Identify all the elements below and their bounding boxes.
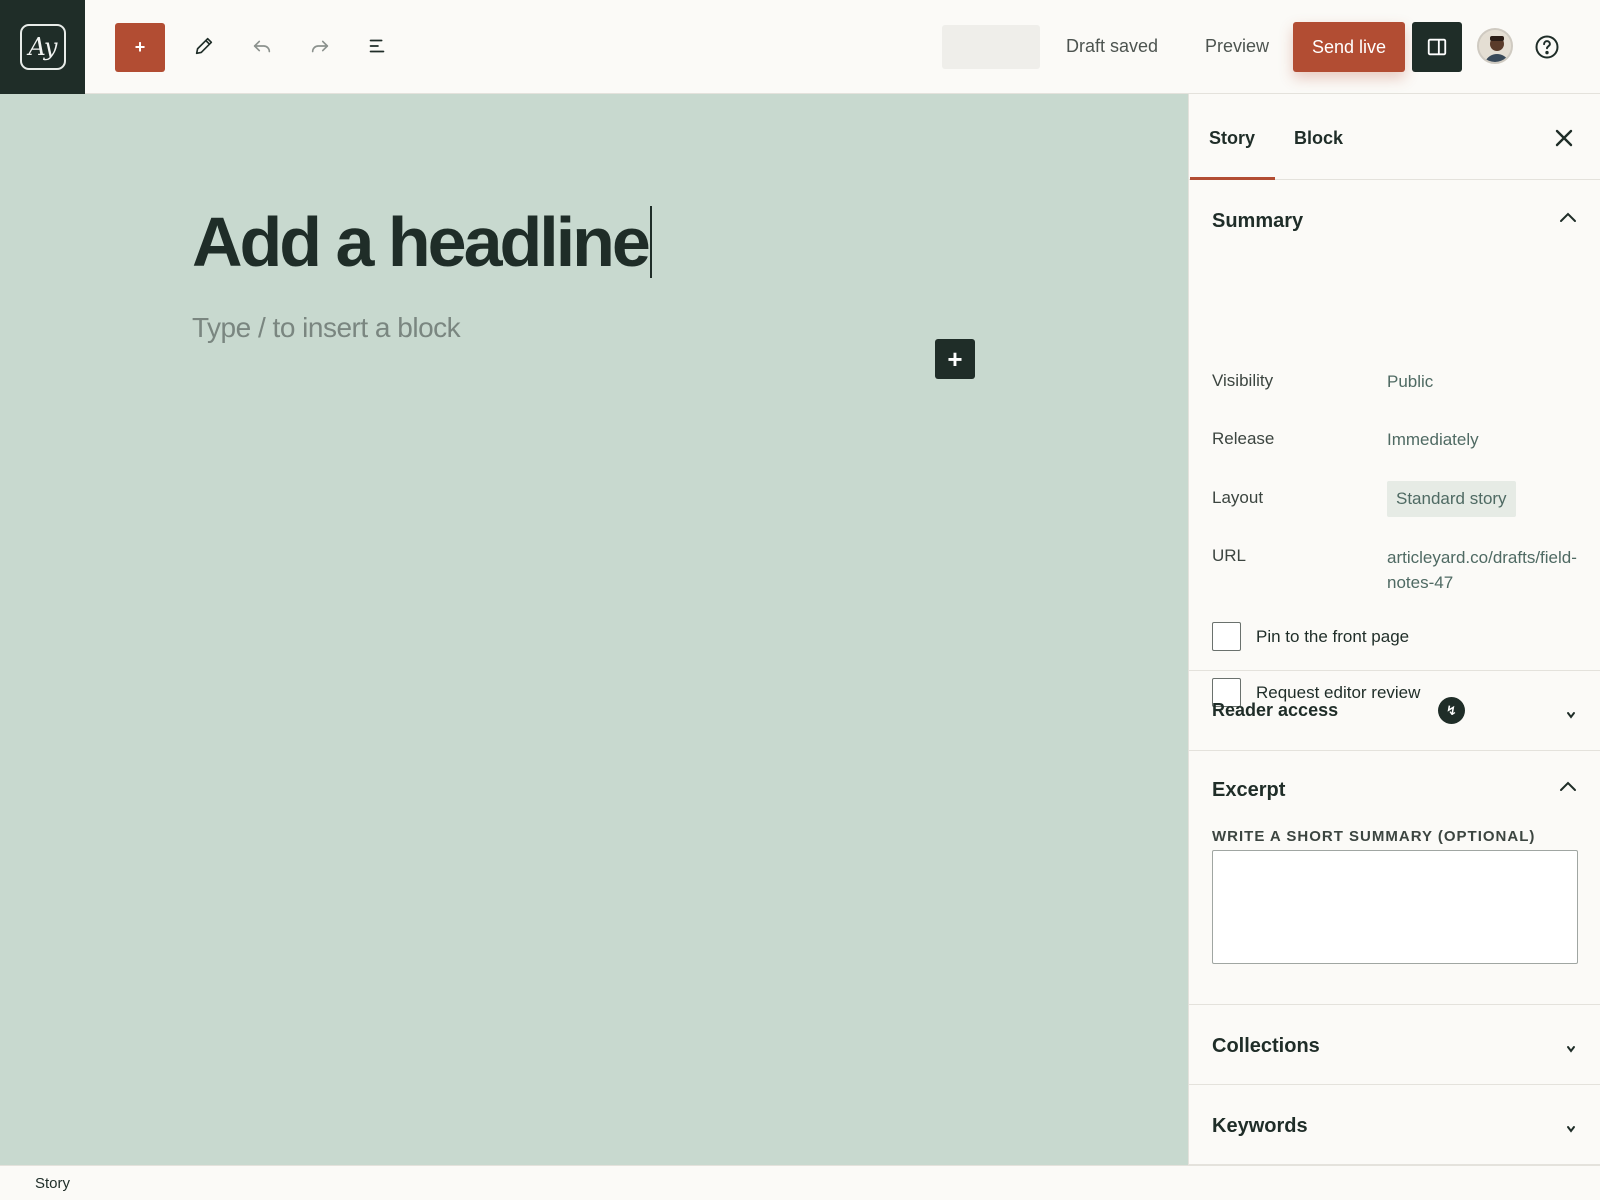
list-view-icon[interactable] — [361, 30, 393, 62]
user-avatar[interactable] — [1477, 28, 1513, 64]
inline-add-block-button[interactable]: + — [935, 339, 975, 379]
reader-access-panel[interactable]: Reader access ↯ — [1189, 671, 1600, 751]
close-icon[interactable] — [1554, 128, 1574, 148]
keywords-panel[interactable]: Keywords — [1189, 1085, 1600, 1165]
pin-front-page-checkbox[interactable] — [1212, 622, 1241, 651]
visibility-value[interactable]: Public — [1387, 372, 1433, 392]
collections-title[interactable]: Collections — [1212, 1035, 1320, 1058]
layout-value[interactable]: Standard story — [1387, 481, 1516, 517]
chevron-down-icon[interactable] — [1564, 1041, 1578, 1059]
url-value[interactable]: articleyard.co/drafts/field-notes-47 — [1387, 545, 1583, 595]
keywords-title[interactable]: Keywords — [1212, 1115, 1308, 1138]
logo-badge: Ay — [19, 24, 66, 70]
sidebar-tabs: Story Block — [1189, 94, 1600, 180]
pencil-icon[interactable] — [188, 30, 220, 62]
chevron-up-icon[interactable] — [1558, 210, 1578, 229]
text-caret — [649, 206, 652, 278]
toolbar-placeholder — [942, 25, 1040, 69]
excerpt-textarea[interactable] — [1212, 850, 1578, 964]
redo-icon[interactable] — [304, 30, 336, 62]
draft-status: Draft saved — [1066, 36, 1159, 56]
tab-block[interactable]: Block — [1294, 128, 1343, 149]
chevron-down-icon[interactable] — [1564, 1121, 1578, 1139]
url-label: URL — [1212, 546, 1247, 565]
pin-front-page-label[interactable]: Pin to the front page — [1256, 627, 1409, 647]
app-logo[interactable]: Ay — [0, 0, 85, 94]
breadcrumb[interactable]: Story — [35, 1175, 70, 1192]
preview-button[interactable]: Preview — [1205, 36, 1269, 57]
visibility-label: Visibility — [1212, 371, 1274, 390]
chevron-down-icon[interactable] — [1564, 707, 1578, 725]
help-icon[interactable] — [1533, 33, 1561, 61]
collections-panel[interactable]: Collections — [1189, 1005, 1600, 1085]
summary-panel-title[interactable]: Summary — [1212, 210, 1303, 233]
layout-label: Layout — [1212, 488, 1264, 507]
tab-story[interactable]: Story — [1209, 128, 1255, 149]
settings-sidebar: Story Block Summary Visibility Public Re… — [1188, 94, 1600, 1165]
status-bar: Story — [0, 1165, 1600, 1200]
headline-placeholder: Add a headline — [192, 203, 651, 281]
reader-access-title[interactable]: Reader access — [1212, 700, 1338, 721]
lightning-badge-icon: ↯ — [1438, 697, 1465, 724]
send-live-button[interactable]: Send live — [1293, 22, 1405, 72]
editor-canvas[interactable]: Add a headline Type / to insert a block … — [0, 94, 1188, 1165]
summary-panel: Summary Visibility Public Release Immedi… — [1189, 180, 1600, 707]
release-label: Release — [1212, 429, 1275, 448]
top-toolbar: Ay + Draft saved Preview Send live — [0, 0, 1600, 94]
release-value[interactable]: Immediately — [1387, 430, 1479, 450]
excerpt-field-label: WRITE A SHORT SUMMARY (OPTIONAL) — [1212, 828, 1536, 845]
headline-input[interactable]: Add a headline — [192, 202, 652, 282]
excerpt-panel: Excerpt WRITE A SHORT SUMMARY (OPTIONAL) — [1189, 751, 1600, 1005]
chevron-up-icon[interactable] — [1558, 779, 1578, 798]
sidebar-toggle-icon — [1427, 38, 1447, 56]
undo-icon[interactable] — [246, 30, 278, 62]
sidebar-toggle-button[interactable] — [1412, 22, 1462, 72]
excerpt-title[interactable]: Excerpt — [1212, 779, 1285, 802]
add-block-button[interactable]: + — [115, 23, 165, 72]
block-placeholder[interactable]: Type / to insert a block — [192, 312, 461, 344]
